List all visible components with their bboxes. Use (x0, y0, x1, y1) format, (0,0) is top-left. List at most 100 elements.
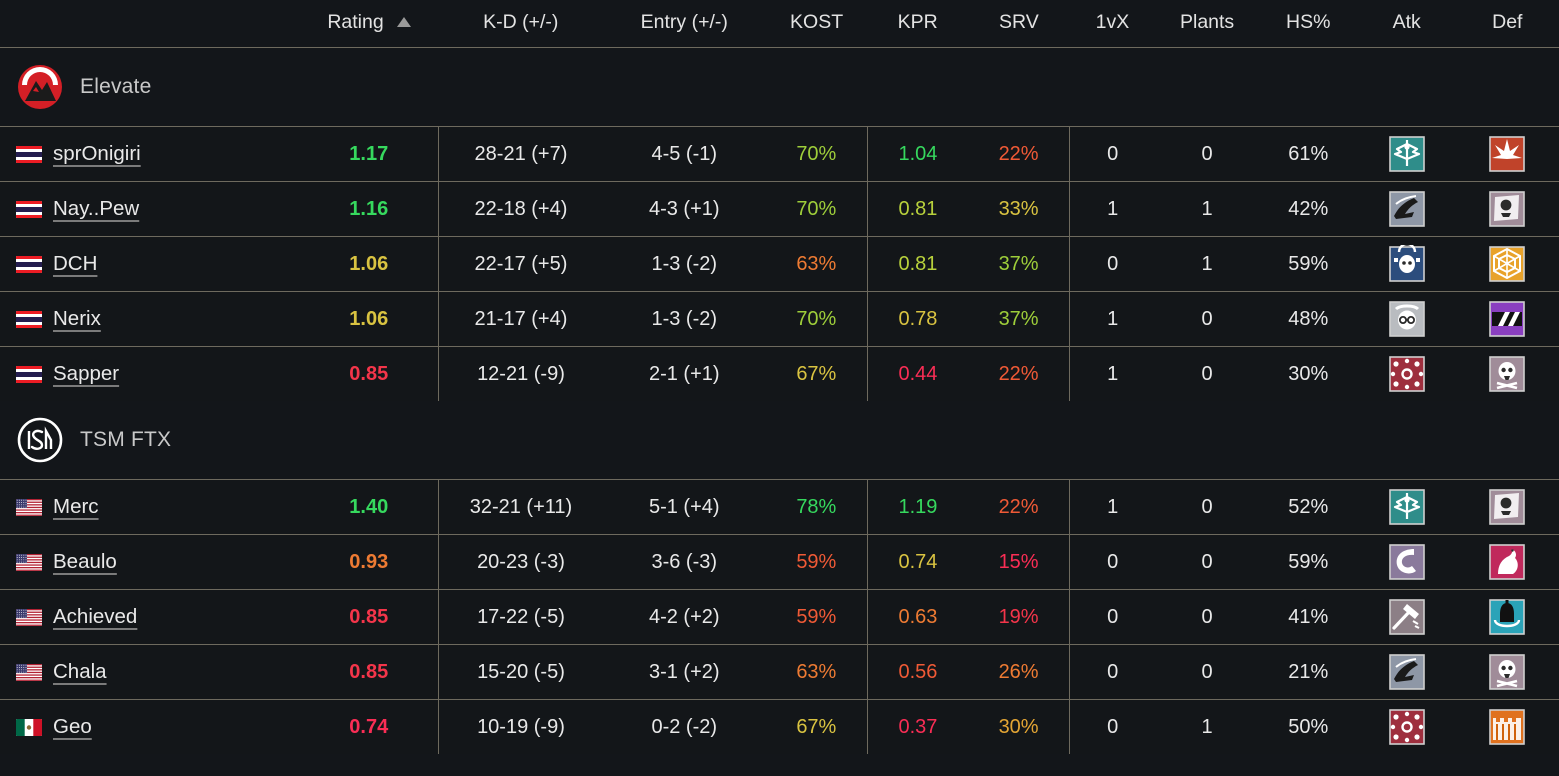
player-entry: 5-1 (+4) (602, 479, 767, 535)
player-rating: 1.17 (299, 126, 440, 182)
table-row[interactable]: Nay..Pew 1.16 22-18 (+4) 4-3 (+1) 70% 0.81 33%… (0, 181, 1559, 237)
player-atk-operator (1357, 126, 1456, 182)
player-def-operator (1455, 291, 1559, 347)
sort-arrow-up-icon[interactable] (396, 16, 411, 27)
jager-icon (1489, 599, 1526, 635)
table-header: Rating K-D (+/-) Entry (+/-) KOST KPR SR… (0, 0, 1559, 48)
ash-icon (1489, 136, 1526, 172)
player-kost: 67% (766, 346, 868, 401)
column-header-kpr[interactable]: KPR (867, 0, 969, 48)
player-hs: 59% (1258, 236, 1358, 292)
player-rating: 0.85 (299, 589, 440, 645)
sledge-icon (1388, 599, 1425, 635)
player-1vx: 1 (1069, 346, 1156, 401)
player-name-cell: DCH (0, 236, 300, 292)
player-hs: 52% (1258, 479, 1358, 535)
player-plants: 1 (1155, 699, 1259, 754)
column-header-srv[interactable]: SRV (968, 0, 1070, 48)
player-hs: 30% (1258, 346, 1358, 401)
column-header-entry[interactable]: Entry (+/-) (602, 0, 767, 48)
player-def-operator (1455, 699, 1559, 754)
player-stats-table: Rating K-D (+/-) Entry (+/-) KOST KPR SR… (0, 0, 1559, 754)
table-row[interactable]: Achieved 0.85 17-22 (-5) 4-2 (+2) 59% 0.63 19%… (0, 589, 1559, 645)
player-srv: 22% (968, 126, 1070, 182)
player-1vx: 1 (1069, 291, 1156, 347)
player-rating: 0.93 (299, 534, 440, 590)
player-kost: 67% (766, 699, 868, 754)
player-kost: 78% (766, 479, 868, 535)
column-header-1vx[interactable]: 1vX (1069, 0, 1156, 48)
player-entry: 1-3 (-2) (602, 291, 767, 347)
frost-icon (1489, 654, 1526, 690)
player-name-link[interactable]: Achieved (53, 605, 137, 629)
player-plants: 0 (1155, 534, 1259, 590)
player-rating: 0.85 (299, 346, 440, 401)
player-hs: 21% (1258, 644, 1358, 700)
header-row: Rating K-D (+/-) Entry (+/-) KOST KPR SR… (0, 0, 1559, 48)
player-plants: 1 (1155, 236, 1259, 292)
frost-icon (1489, 356, 1526, 392)
match-scoreboard: Rating K-D (+/-) Entry (+/-) KOST KPR SR… (0, 0, 1559, 776)
player-def-operator (1455, 589, 1559, 645)
player-kost: 63% (766, 236, 868, 292)
nomad-icon (1388, 191, 1425, 227)
player-def-operator (1455, 479, 1559, 535)
column-header-kd[interactable]: K-D (+/-) (438, 0, 603, 48)
player-name-link[interactable]: Beaulo (53, 550, 117, 574)
player-name-link[interactable]: Nay..Pew (53, 197, 139, 221)
column-header-atk: Atk (1357, 0, 1456, 48)
player-entry: 3-6 (-3) (602, 534, 767, 590)
table-row[interactable]: Sapper 0.85 12-21 (-9) 2-1 (+1) 67% 0.44 22% 1 0… (0, 346, 1559, 401)
player-hs: 41% (1258, 589, 1358, 645)
mira-icon (1489, 301, 1526, 337)
player-kd: 21-17 (+4) (438, 291, 603, 347)
player-rating: 0.74 (299, 699, 440, 754)
team-header-row: TSM FTX (0, 401, 1559, 480)
player-entry: 2-1 (+1) (602, 346, 767, 401)
castle-icon (1489, 709, 1526, 745)
table-row[interactable]: DCH 1.06 22-17 (+5) 1-3 (-2) 63% 0.81 37% 0 1 59% (0, 236, 1559, 292)
player-rating: 1.06 (299, 236, 440, 292)
table-row[interactable]: Nerix 1.06 21-17 (+4) 1-3 (-2) 70% 0.78 37% 1 0 4… (0, 291, 1559, 347)
player-kd: 15-20 (-5) (438, 644, 603, 700)
player-name-link[interactable]: Sapper (53, 362, 119, 386)
player-name-link[interactable]: Merc (53, 495, 99, 519)
usa-flag (16, 608, 42, 626)
player-kost: 59% (766, 534, 868, 590)
column-header-hs[interactable]: HS% (1258, 0, 1358, 48)
table-row[interactable]: sprOnigiri 1.17 28-21 (+7) 4-5 (-1) 70% 1.04 2… (0, 126, 1559, 182)
table-row[interactable]: Beaulo 0.93 20-23 (-3) 3-6 (-3) 59% 0.74 15% 0 0… (0, 534, 1559, 590)
player-entry: 4-2 (+2) (602, 589, 767, 645)
player-1vx: 0 (1069, 644, 1156, 700)
player-name-cell: Merc (0, 479, 300, 535)
player-entry: 1-3 (-2) (602, 236, 767, 292)
player-1vx: 0 (1069, 236, 1156, 292)
column-header-kost[interactable]: KOST (766, 0, 868, 48)
player-1vx: 1 (1069, 479, 1156, 535)
thatcher-icon (1388, 356, 1425, 392)
player-kd: 22-17 (+5) (438, 236, 603, 292)
table-row[interactable]: Chala 0.85 15-20 (-5) 3-1 (+2) 63% 0.56 26% 0 0 2… (0, 644, 1559, 700)
player-name-cell: Beaulo (0, 534, 300, 590)
player-srv: 30% (968, 699, 1070, 754)
player-kost: 63% (766, 644, 868, 700)
player-def-operator (1455, 346, 1559, 401)
table-row[interactable]: Geo 0.74 10-19 (-9) 0-2 (-2) 67% 0.37 30% 0 1 50% (0, 699, 1559, 754)
column-header-rating[interactable]: Rating (299, 0, 439, 48)
column-header-plants[interactable]: Plants (1155, 0, 1259, 48)
player-name-link[interactable]: sprOnigiri (53, 142, 141, 166)
team-name: TSM FTX (80, 428, 172, 451)
player-kpr: 0.56 (866, 644, 969, 700)
player-kpr: 0.63 (866, 589, 969, 645)
player-atk-operator (1357, 479, 1456, 535)
player-kost: 59% (766, 589, 868, 645)
player-def-operator (1455, 534, 1559, 590)
nomad-icon (1388, 654, 1425, 690)
player-name-link[interactable]: Chala (53, 660, 107, 684)
player-plants: 0 (1155, 126, 1259, 182)
player-name-link[interactable]: Nerix (53, 307, 101, 331)
table-row[interactable]: Merc 1.40 32-21 (+11) 5-1 (+4) 78% 1.19 22% 1 0 5… (0, 479, 1559, 535)
player-name-link[interactable]: Geo (53, 715, 92, 739)
player-name-cell: Nerix (0, 291, 300, 347)
player-name-link[interactable]: DCH (53, 252, 97, 276)
